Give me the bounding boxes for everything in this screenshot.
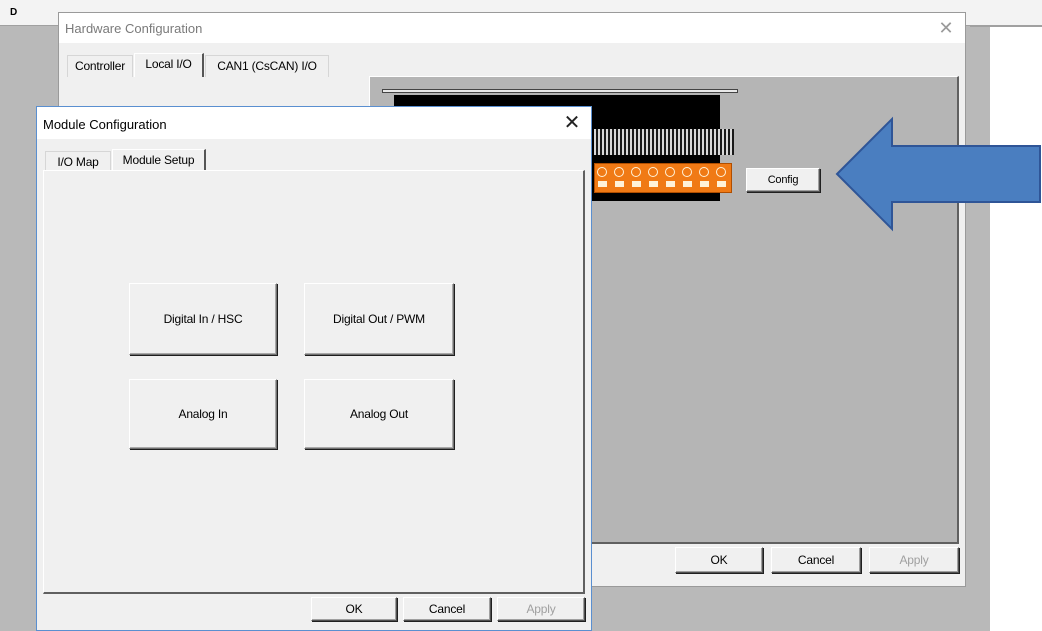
module-pin-header xyxy=(594,129,734,155)
arrow-left-icon xyxy=(835,116,1041,232)
config-button[interactable]: Config xyxy=(746,168,820,192)
module-rail xyxy=(382,89,738,93)
divider xyxy=(970,26,1042,27)
analog-out-button[interactable]: Analog Out xyxy=(304,379,454,449)
ok-button[interactable]: OK xyxy=(675,547,763,573)
ok-button[interactable]: OK xyxy=(311,597,397,621)
tab-can1-io[interactable]: CAN1 (CsCAN) I/O xyxy=(205,55,329,77)
hardware-configuration-titlebar: Hardware Configuration ✕ xyxy=(59,13,965,43)
digital-in-hsc-button[interactable]: Digital In / HSC xyxy=(129,283,277,355)
close-icon[interactable]: ✕ xyxy=(935,17,957,39)
cancel-button[interactable]: Cancel xyxy=(771,547,861,573)
window-title: Hardware Configuration xyxy=(65,21,203,36)
module-terminal-block xyxy=(594,163,732,193)
dialog-title: Module Configuration xyxy=(43,117,167,132)
background-tab[interactable]: D xyxy=(6,7,36,25)
module-setup-panel: Digital In / HSC Digital Out / PWM Analo… xyxy=(43,170,585,594)
analog-in-button[interactable]: Analog In xyxy=(129,379,277,449)
close-icon[interactable]: ✕ xyxy=(559,111,585,135)
arrow-shape xyxy=(835,116,1041,232)
apply-button[interactable]: Apply xyxy=(869,547,959,573)
tab-local-io[interactable]: Local I/O xyxy=(134,53,204,77)
module-configuration-dialog: Module Configuration ✕ I/O Map Module Se… xyxy=(36,106,592,631)
module-configuration-titlebar: Module Configuration ✕ xyxy=(37,107,591,139)
apply-button[interactable]: Apply xyxy=(497,597,585,621)
cancel-button[interactable]: Cancel xyxy=(403,597,491,621)
tab-controller[interactable]: Controller xyxy=(67,55,133,77)
digital-out-pwm-button[interactable]: Digital Out / PWM xyxy=(304,283,454,355)
